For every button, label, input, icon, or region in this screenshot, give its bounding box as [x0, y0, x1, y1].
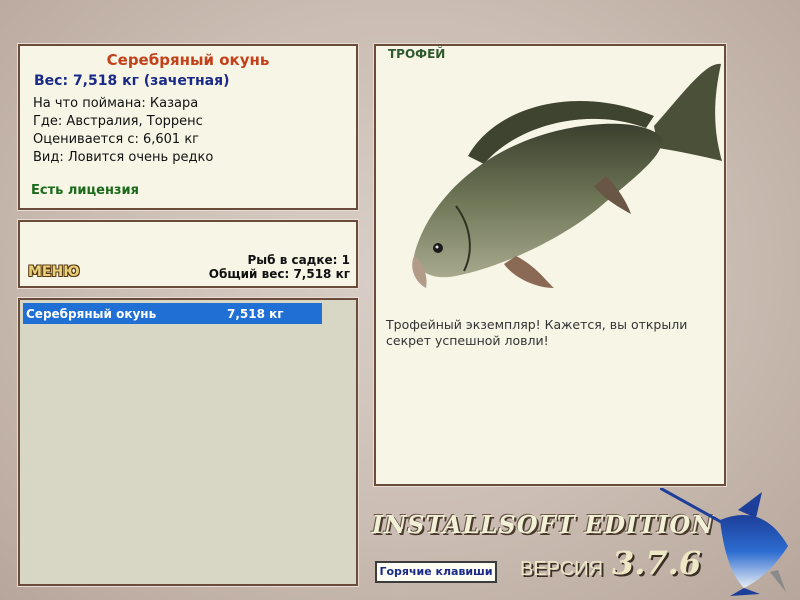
- trophy-panel: ТРОФЕЙ Трофейный экземпляр! Кажется, вы …: [373, 43, 727, 487]
- rarity-info: Вид: Ловится очень редко: [33, 150, 214, 165]
- bait-info: На что поймана: Казара: [33, 96, 199, 111]
- fish-weight: Вес: 7,518 кг (зачетная): [34, 73, 230, 89]
- menu-button[interactable]: МЕНЮ: [28, 264, 80, 280]
- rated-from-info: Оценивается с: 6,601 кг: [33, 132, 200, 147]
- location-info: Где: Австралия, Торренс: [33, 114, 203, 129]
- total-weight: Общий вес: 7,518 кг: [208, 267, 350, 281]
- list-item-weight: 7,518 кг: [227, 307, 284, 321]
- fish-count: Рыб в садке: 1: [247, 253, 351, 267]
- list-item-name: Серебряный окунь: [26, 307, 157, 321]
- version-label: ВЕРСИЯ: [520, 558, 604, 580]
- fish-info-panel: Серебряный окунь Вес: 7,518 кг (зачетная…: [17, 43, 359, 211]
- list-item[interactable]: Серебряный окунь 7,518 кг: [23, 303, 322, 324]
- catch-list: Серебряный окунь 7,518 кг: [17, 297, 359, 587]
- catch-summary-panel: МЕНЮ Рыб в садке: 1 Общий вес: 7,518 кг: [17, 219, 359, 289]
- license-status: Есть лицензия: [31, 183, 139, 198]
- fish-image: [412, 63, 722, 288]
- hotkeys-button[interactable]: Горячие клавиши: [375, 561, 497, 583]
- trophy-message: Трофейный экземпляр! Кажется, вы открыли…: [386, 317, 688, 348]
- marlin-logo-icon: [660, 488, 788, 596]
- fish-name: Серебряный окунь: [106, 51, 270, 69]
